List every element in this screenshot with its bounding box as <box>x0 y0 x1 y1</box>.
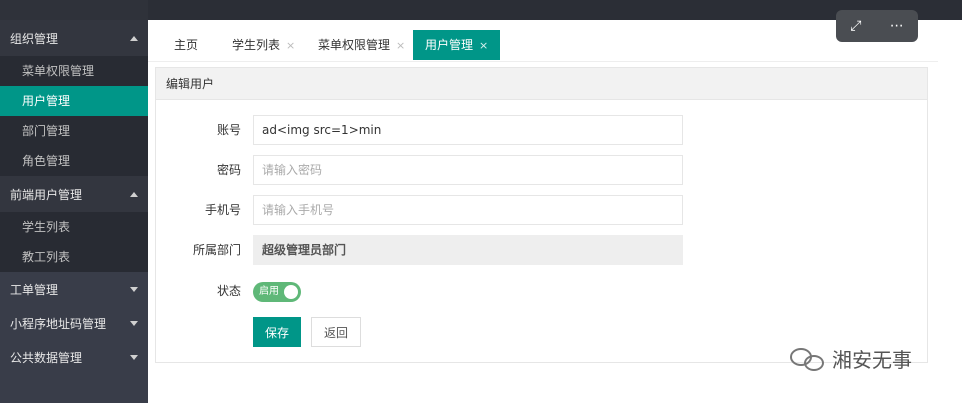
browser-top-bar <box>0 0 962 20</box>
sidebar-group-label: 公共数据管理 <box>10 350 83 365</box>
tab-home[interactable]: 主页 <box>162 30 210 60</box>
tab-label: 学生列表 <box>232 38 281 52</box>
department-label: 所属部门 <box>192 243 241 257</box>
close-icon[interactable]: × <box>396 39 405 52</box>
tab-menu-permission[interactable]: 菜单权限管理 × <box>306 30 417 60</box>
switch-text: 启用 <box>259 286 279 297</box>
tab-label: 用户管理 <box>425 38 474 52</box>
edit-user-panel: 编辑用户 账号 密码 手机号 所属部门 超级管理员部门 状态 启用 保存 返回 <box>155 67 928 363</box>
department-field: 超级管理员部门 <box>253 235 683 265</box>
caret-up-icon <box>130 35 138 41</box>
sidebar-group-label: 组织管理 <box>10 31 59 46</box>
phone-label: 手机号 <box>204 203 241 217</box>
sidebar-item-role[interactable]: 角色管理 <box>0 146 148 176</box>
more-icon[interactable]: ⋯ <box>890 18 904 34</box>
caret-down-icon <box>130 354 138 360</box>
sidebar-item-staff[interactable]: 教工列表 <box>0 242 148 272</box>
password-input[interactable] <box>253 155 683 185</box>
tab-label: 主页 <box>174 38 199 52</box>
close-icon[interactable]: × <box>479 39 488 52</box>
password-row: 密码 <box>156 155 929 185</box>
sidebar-item-user[interactable]: 用户管理 <box>0 86 148 116</box>
sidebar-item-department[interactable]: 部门管理 <box>0 116 148 146</box>
sidebar-group-label: 小程序地址码管理 <box>10 316 107 331</box>
phone-row: 手机号 <box>156 195 929 225</box>
status-switch[interactable]: 启用 <box>253 282 301 302</box>
expand-icon[interactable]: ⤢ <box>850 18 861 34</box>
tab-bar: 主页 学生列表 × 菜单权限管理 × 用户管理 × <box>148 20 938 62</box>
panel-title: 编辑用户 <box>156 68 927 100</box>
sidebar-group-miniprogram-codes[interactable]: 小程序地址码管理 <box>0 306 148 340</box>
watermark-text: 湘安无事 <box>832 348 912 372</box>
sidebar-item-menu-permission[interactable]: 菜单权限管理 <box>0 56 148 86</box>
watermark: 湘安无事 <box>790 344 912 373</box>
password-label: 密码 <box>216 163 241 177</box>
tab-students[interactable]: 学生列表 × <box>220 30 307 60</box>
close-icon[interactable]: × <box>286 39 295 52</box>
sidebar-group-tickets[interactable]: 工单管理 <box>0 272 148 306</box>
top-corner <box>0 0 148 20</box>
tab-user-management[interactable]: 用户管理 × <box>413 30 501 60</box>
account-input[interactable] <box>253 115 683 145</box>
sidebar: 组织管理 菜单权限管理 用户管理 部门管理 角色管理 前端用户管理 学生列表 教… <box>0 20 148 403</box>
department-row: 所属部门 超级管理员部门 <box>156 235 929 265</box>
caret-up-icon <box>130 191 138 197</box>
status-row: 状态 启用 <box>156 276 929 306</box>
status-label: 状态 <box>216 284 241 298</box>
phone-input[interactable] <box>253 195 683 225</box>
sidebar-group-public-data[interactable]: 公共数据管理 <box>0 340 148 374</box>
sidebar-group-frontend-users[interactable]: 前端用户管理 <box>0 176 148 212</box>
caret-down-icon <box>130 286 138 292</box>
sidebar-item-students[interactable]: 学生列表 <box>0 212 148 242</box>
account-row: 账号 <box>156 115 929 145</box>
actions-row: 保存 返回 <box>156 317 929 347</box>
wechat-icon <box>790 346 826 372</box>
sidebar-group-label: 前端用户管理 <box>10 187 83 202</box>
account-label: 账号 <box>216 123 241 137</box>
caret-down-icon <box>130 320 138 326</box>
sidebar-group-label: 工单管理 <box>10 282 59 297</box>
tab-label: 菜单权限管理 <box>318 38 391 52</box>
switch-knob <box>284 285 298 299</box>
back-button[interactable]: 返回 <box>311 317 361 347</box>
save-button[interactable]: 保存 <box>253 317 301 347</box>
floating-toolbar: ⤢ ⋯ <box>836 10 918 42</box>
sidebar-group-org[interactable]: 组织管理 <box>0 20 148 56</box>
